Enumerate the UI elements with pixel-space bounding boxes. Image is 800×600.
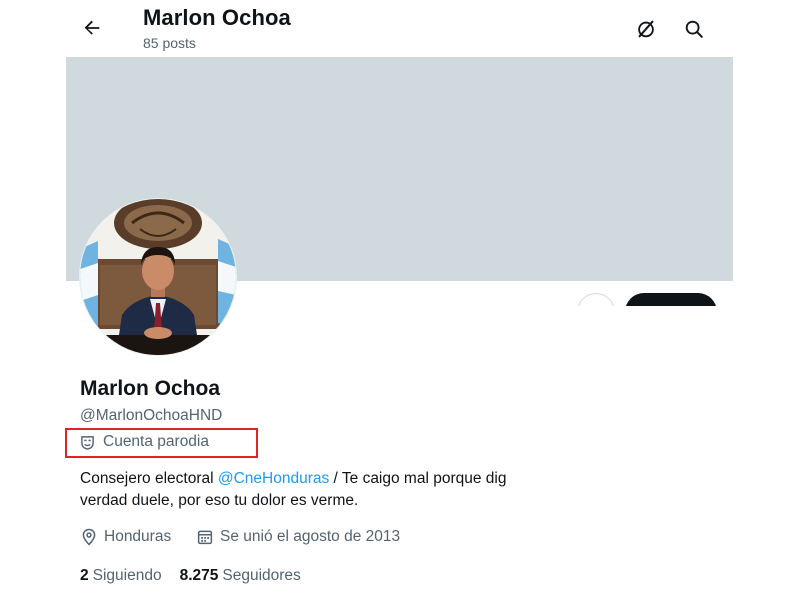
search-icon [685,20,703,38]
banner-divider [560,306,760,346]
grok-button[interactable] [629,12,663,46]
location-text: Honduras [104,528,172,545]
join-date-text: Se unió el agosto de 2013 [220,528,401,545]
header-display-name: Marlon Ochoa [143,5,291,30]
following-count: 2 [80,567,89,584]
search-button[interactable] [677,12,711,46]
back-arrow-icon [84,20,100,35]
avatar-photo [80,199,236,355]
parody-account-label: Cuenta parodia [103,433,209,450]
avatar[interactable] [80,199,236,355]
following-label: Siguiendo [92,567,162,584]
calendar-icon [197,530,213,545]
followers-link[interactable]: 8.275 Seguidores [180,567,301,585]
followers-label: Seguidores [222,567,301,584]
grok-icon [638,20,654,38]
profile-stats: 2 Siguiendo 8.275 Seguidores [80,567,319,585]
followers-count: 8.275 [179,567,219,584]
profile-handle: @MarlonOchoaHND [80,407,223,424]
bio-text-continued: / Te caigo mal porque dig [329,470,507,487]
back-button[interactable] [76,12,108,44]
location-pin-icon [82,528,96,546]
bio-text: Consejero electoral [80,470,218,487]
header-posts-count: 85 posts [143,35,196,51]
bio-line-2: verdad duele, por eso tu dolor es verme. [80,492,359,509]
bio-line-1: Consejero electoral @CneHonduras / Te ca… [80,468,546,490]
profile-display-name: Marlon Ochoa [80,377,221,400]
bio-mention-link[interactable]: @CneHonduras [218,470,329,487]
profile-header: Marlon Ochoa 85 posts [0,0,800,57]
following-link[interactable]: 2 Siguiendo [80,567,162,585]
profile-location: Honduras [80,528,171,546]
parody-mask-icon [81,436,94,450]
profile-bio: Consejero electoral @CneHonduras / Te ca… [80,468,546,512]
profile-join-date: Se unió el agosto de 2013 [196,528,400,546]
